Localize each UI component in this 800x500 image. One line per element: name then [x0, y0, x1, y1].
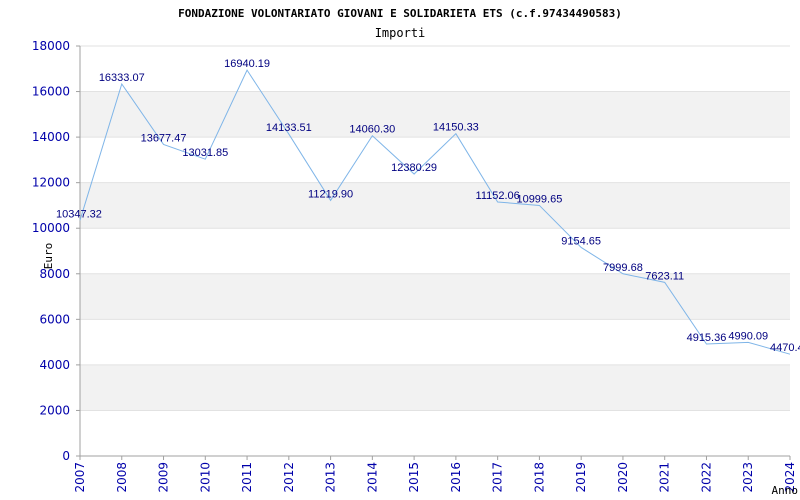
data-label: 16333.07	[99, 72, 145, 84]
data-label: 11219.90	[308, 188, 353, 200]
x-tick-label: 2010	[198, 462, 212, 493]
grid-bands	[80, 91, 790, 411]
y-tick-label: 2000	[39, 403, 70, 417]
x-tick-label: 2014	[365, 462, 379, 493]
x-tick-label: 2016	[449, 462, 463, 493]
x-tick-label: 2011	[240, 462, 254, 493]
data-label: 7623.11	[645, 270, 684, 282]
data-label: 14150.33	[433, 122, 479, 134]
grid-band	[80, 364, 790, 411]
x-tick-label: 2015	[407, 462, 421, 493]
x-tick-labels: 2007 2008 2009 2010 2011 2012 2013 2014 2015 2016…	[73, 456, 797, 493]
data-label: 14060.30	[349, 124, 395, 136]
data-label: 9154.65	[561, 235, 601, 247]
x-tick-label: 2021	[658, 462, 672, 493]
chart-subtitle: Importi	[375, 26, 426, 40]
data-label: 14133.51	[266, 122, 312, 134]
data-label: 4915.36	[687, 332, 727, 344]
y-axis-label: Euro	[42, 243, 55, 270]
x-tick-label: 2022	[699, 462, 713, 493]
x-tick-label: 2007	[73, 462, 87, 493]
x-tick-label: 2023	[741, 462, 755, 493]
x-tick-label: 2012	[282, 462, 296, 493]
data-label: 16940.19	[224, 58, 270, 70]
y-tick-label: 12000	[32, 176, 70, 190]
x-tick-label: 2013	[324, 462, 338, 493]
data-label: 12380.29	[391, 162, 437, 174]
chart-title: FONDAZIONE VOLONTARIATO GIOVANI E SOLIDA…	[178, 7, 622, 20]
data-label: 7999.68	[603, 262, 643, 274]
y-tick-label: 16000	[32, 85, 70, 99]
line-chart: FONDAZIONE VOLONTARIATO GIOVANI E SOLIDA…	[32, 7, 800, 497]
x-axis-label: Anno	[772, 484, 799, 497]
data-label: 4470.4	[770, 342, 800, 354]
y-tick-label: 0	[62, 449, 70, 463]
x-tick-label: 2020	[616, 462, 630, 493]
data-label: 11152.06	[476, 190, 520, 202]
x-tick-label: 2009	[157, 462, 171, 493]
y-tick-label: 18000	[32, 39, 70, 53]
y-tick-label: 6000	[39, 312, 70, 326]
data-label: 10347.32	[56, 208, 102, 220]
data-label: 4990.09	[728, 330, 768, 342]
y-tick-label: 14000	[32, 130, 70, 144]
x-tick-label: 2008	[115, 462, 129, 493]
data-label: 13677.47	[141, 132, 187, 144]
y-tick-label: 4000	[39, 358, 70, 372]
data-label: 13031.85	[182, 147, 228, 159]
grid-band	[80, 182, 790, 229]
x-tick-label: 2019	[574, 462, 588, 493]
x-tick-label: 2018	[532, 462, 546, 493]
data-label: 10999.65	[516, 193, 562, 205]
y-tick-label: 10000	[32, 221, 70, 235]
x-tick-label: 2017	[491, 462, 505, 493]
